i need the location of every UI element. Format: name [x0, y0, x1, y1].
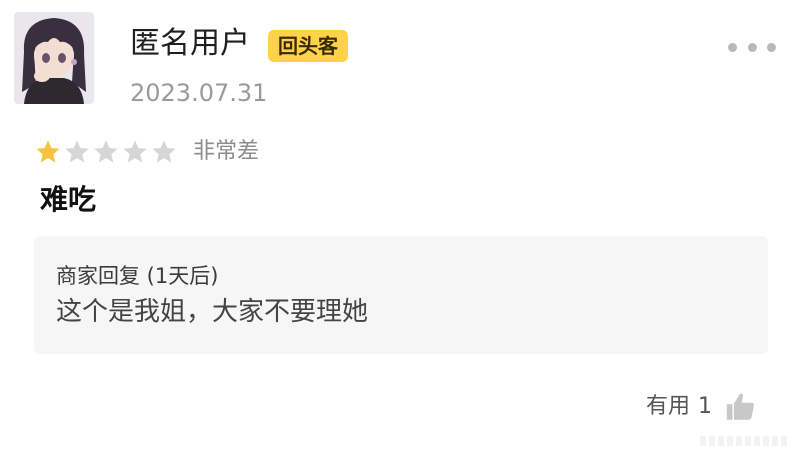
- star-icon: [152, 140, 176, 163]
- star-rating: 非常差: [34, 138, 259, 166]
- helpful-label: 有用: [646, 394, 691, 419]
- merchant-reply-header: 商家回复 (1天后): [56, 264, 219, 288]
- more-dot: [767, 42, 776, 52]
- star-icon: [36, 140, 60, 163]
- review-card: 匿名用户 回头客 2023.07.31 非常差 难吃 商家回复 (1天后) 这个…: [0, 0, 800, 458]
- avatar-image: [14, 12, 94, 104]
- rating-label: 非常差: [193, 139, 260, 164]
- avatar[interactable]: [14, 12, 94, 104]
- review-text: 难吃: [40, 183, 97, 216]
- thumbs-up-icon: [726, 393, 754, 420]
- merchant-reply: 商家回复 (1天后) 这个是我姐，大家不要理她: [34, 236, 768, 354]
- more-dot: [728, 42, 737, 52]
- review-date: 2023.07.31: [130, 79, 268, 107]
- star-icon: [94, 140, 118, 163]
- more-icon[interactable]: [728, 36, 776, 58]
- watermark: [700, 436, 790, 446]
- helpful-button[interactable]: 有用 1: [646, 390, 758, 424]
- username[interactable]: 匿名用户: [130, 26, 250, 62]
- star-icon: [123, 140, 147, 163]
- helpful-count: 1: [698, 394, 713, 419]
- returning-customer-badge: 回头客: [268, 30, 348, 62]
- more-dot: [747, 42, 757, 52]
- merchant-reply-text: 这个是我姐，大家不要理她: [56, 297, 369, 327]
- star-icon: [65, 140, 89, 163]
